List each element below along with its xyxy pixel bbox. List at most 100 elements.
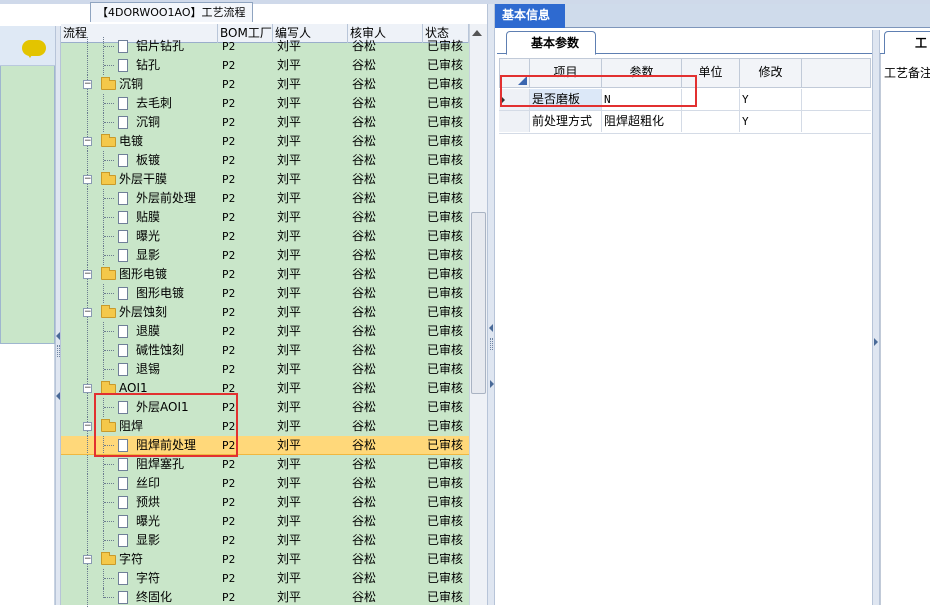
tree-scroll-thumb[interactable]	[471, 212, 486, 394]
cell-writer: 刘平	[277, 229, 302, 243]
tree-step-row[interactable]: 字符 P2 刘平 谷松 已审核	[61, 569, 469, 588]
collapse-toggle-icon[interactable]: −	[83, 555, 92, 564]
chat-bubble-icon[interactable]	[22, 40, 46, 58]
cell-reviewer: 谷松	[352, 514, 377, 528]
tree-step-row[interactable]: 丝印 P2 刘平 谷松 已审核	[61, 474, 469, 493]
cell-param[interactable]: 阻焊超粗化	[602, 111, 682, 132]
tab-process-flow[interactable]: 【4DORWOO1AO】工艺流程	[90, 2, 253, 22]
tree-step-row[interactable]: 预烘 P2 刘平 谷松 已审核	[61, 493, 469, 512]
cell-item[interactable]: 前处理方式	[530, 111, 602, 132]
expand-right-icon[interactable]	[874, 338, 878, 346]
cell-flow-name: 碱性蚀刻	[136, 343, 185, 357]
tree-group-row[interactable]: − 外层蚀刻 P2 刘平 谷松 已审核	[61, 303, 469, 322]
tree-group-row[interactable]: − 沉铜 P2 刘平 谷松 已审核	[61, 75, 469, 94]
folder-icon	[101, 134, 116, 147]
tree-line	[104, 160, 114, 161]
tree-line	[87, 531, 88, 550]
cell-writer: 刘平	[277, 533, 302, 547]
middle-splitter[interactable]	[487, 4, 495, 605]
cell-bom: P2	[222, 553, 236, 566]
collapse-toggle-icon[interactable]: −	[83, 175, 92, 184]
collapse-left-icon[interactable]	[56, 332, 60, 340]
cell-bom: P2	[222, 135, 236, 148]
cell-reviewer: 谷松	[352, 400, 377, 414]
tree-line	[87, 37, 88, 56]
cell-modify[interactable]: Y	[740, 111, 802, 132]
tree-step-row[interactable]: 显影 P2 刘平 谷松 已审核	[61, 246, 469, 265]
scroll-up-arrow-icon[interactable]	[472, 30, 482, 36]
tree-step-row[interactable]: 钻孔 P2 刘平 谷松 已审核	[61, 56, 469, 75]
cell-flow-name: 退膜	[136, 324, 161, 338]
tab-process-notes[interactable]: 工	[884, 31, 930, 55]
col-header-modify[interactable]: 修改	[740, 58, 802, 88]
cell-writer: 刘平	[277, 495, 302, 509]
tree-step-row[interactable]: 贴膜 P2 刘平 谷松 已审核	[61, 208, 469, 227]
param-row[interactable]: 前处理方式 阻焊超粗化 Y	[499, 111, 871, 134]
tree-line	[87, 569, 88, 588]
cell-status: 已审核	[427, 495, 464, 509]
collapse-left-icon[interactable]	[489, 324, 493, 332]
tree-line	[104, 350, 114, 351]
cell-writer: 刘平	[277, 305, 302, 319]
tree-step-row[interactable]: 去毛刺 P2 刘平 谷松 已审核	[61, 94, 469, 113]
cell-bom: P2	[222, 59, 236, 72]
tree-group-row[interactable]: − 字符 P2 刘平 谷松 已审核	[61, 550, 469, 569]
folder-icon	[101, 552, 116, 565]
cell-writer: 刘平	[277, 58, 302, 72]
cell-bom: P2	[222, 458, 236, 471]
tree-step-row[interactable]: 板镀 P2 刘平 谷松 已审核	[61, 151, 469, 170]
cell-writer: 刘平	[277, 400, 302, 414]
row-indicator[interactable]	[499, 111, 530, 132]
tree-step-row[interactable]: 阻焊塞孔 P2 刘平 谷松 已审核	[61, 455, 469, 474]
cell-reviewer: 谷松	[352, 495, 377, 509]
cell-writer: 刘平	[277, 514, 302, 528]
tree-step-row[interactable]: 图形电镀 P2 刘平 谷松 已审核	[61, 284, 469, 303]
tree-line	[104, 502, 114, 503]
cell-reviewer: 谷松	[352, 343, 377, 357]
left-panel	[0, 26, 55, 344]
tree-group-row[interactable]: − 电镀 P2 刘平 谷松 已审核	[61, 132, 469, 151]
collapse-left-icon[interactable]	[56, 392, 60, 400]
cell-unit[interactable]	[682, 111, 740, 132]
cell-writer: 刘平	[277, 552, 302, 566]
collapse-toggle-icon[interactable]: −	[83, 270, 92, 279]
tab-basic-info[interactable]: 基本信息	[495, 4, 565, 28]
cell-reviewer: 谷松	[352, 533, 377, 547]
cell-bom: P2	[222, 515, 236, 528]
tree-step-row[interactable]: 曝光 P2 刘平 谷松 已审核	[61, 512, 469, 531]
tree-step-row[interactable]: 终固化 P2 刘平 谷松 已审核	[61, 588, 469, 607]
tree-step-row[interactable]: 外层前处理 P2 刘平 谷松 已审核	[61, 189, 469, 208]
tree-step-row[interactable]: 曝光 P2 刘平 谷松 已审核	[61, 227, 469, 246]
collapse-toggle-icon[interactable]: −	[83, 422, 92, 431]
cell-bom: P2	[222, 591, 236, 604]
cell-status: 已审核	[427, 210, 464, 224]
cell-writer: 刘平	[277, 39, 302, 53]
tree-step-row[interactable]: 显影 P2 刘平 谷松 已审核	[61, 531, 469, 550]
cell-reviewer: 谷松	[352, 39, 377, 53]
collapse-toggle-icon[interactable]: −	[83, 80, 92, 89]
collapse-toggle-icon[interactable]: −	[83, 384, 92, 393]
tree-step-row[interactable]: 退膜 P2 刘平 谷松 已审核	[61, 322, 469, 341]
tree-step-row[interactable]: 沉铜 P2 刘平 谷松 已审核	[61, 113, 469, 132]
tree-step-row[interactable]: 铝片钻孔 P2 刘平 谷松 已审核	[61, 37, 469, 56]
tree-line	[87, 493, 88, 512]
tree-group-row[interactable]: − 外层干膜 P2 刘平 谷松 已审核	[61, 170, 469, 189]
tree-line	[87, 189, 88, 208]
collapse-toggle-icon[interactable]: −	[83, 137, 92, 146]
cell-modify[interactable]: Y	[740, 89, 802, 110]
cell-status: 已审核	[427, 39, 464, 53]
tree-step-row[interactable]: 退锡 P2 刘平 谷松 已审核	[61, 360, 469, 379]
cell-reviewer: 谷松	[352, 115, 377, 129]
expand-right-icon[interactable]	[490, 380, 494, 388]
tree-group-row[interactable]: − 图形电镀 P2 刘平 谷松 已审核	[61, 265, 469, 284]
right-splitter[interactable]	[872, 30, 880, 605]
tab-basic-params[interactable]: 基本参数	[506, 31, 596, 55]
cell-flow-name: 外层前处理	[136, 191, 197, 205]
cell-writer: 刘平	[277, 248, 302, 262]
tree-step-row[interactable]: 碱性蚀刻 P2 刘平 谷松 已审核	[61, 341, 469, 360]
document-icon	[118, 230, 128, 243]
cell-status: 已审核	[427, 267, 464, 281]
cell-flow-name: 丝印	[136, 476, 161, 490]
cell-flow-name: 字符	[119, 552, 144, 566]
collapse-toggle-icon[interactable]: −	[83, 308, 92, 317]
